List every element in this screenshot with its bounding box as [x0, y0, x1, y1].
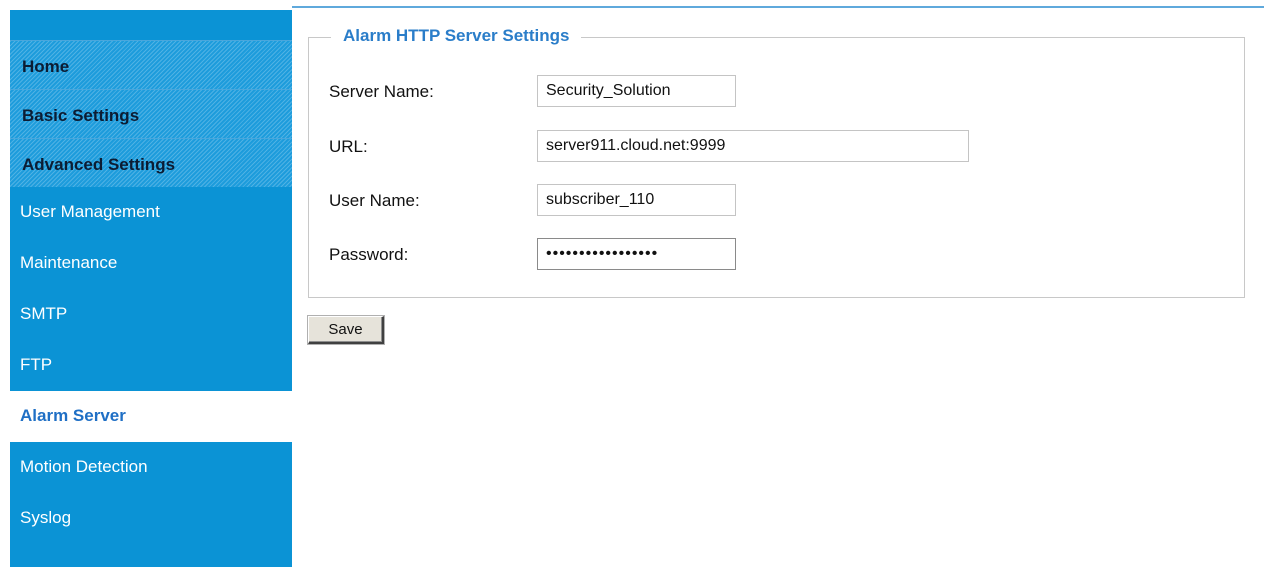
sidebar-item-label: Motion Detection: [20, 457, 148, 476]
sidebar-item-motion-detection[interactable]: Motion Detection: [10, 442, 292, 493]
settings-panel: Alarm HTTP Server Settings Server Name: …: [308, 26, 1245, 298]
server-name-label: Server Name:: [329, 82, 434, 101]
sidebar-item-user-management[interactable]: User Management: [10, 187, 292, 238]
user-name-input[interactable]: [537, 184, 736, 216]
password-label: Password:: [329, 245, 409, 264]
url-input[interactable]: [537, 130, 969, 162]
sidebar-item-ftp[interactable]: FTP: [10, 340, 292, 391]
server-name-row: Server Name:: [329, 75, 1229, 107]
sidebar-item-home[interactable]: Home: [10, 40, 292, 89]
top-strip: [0, 0, 1264, 10]
user-name-row: User Name:: [329, 184, 1229, 216]
sidebar-nav: Home Basic Settings Advanced Settings Us…: [10, 10, 292, 567]
sidebar-item-syslog[interactable]: Syslog: [10, 493, 292, 544]
sidebar-item-alarm-server[interactable]: Alarm Server: [10, 391, 292, 442]
server-name-input[interactable]: [537, 75, 736, 107]
sidebar-item-basic-settings[interactable]: Basic Settings: [10, 89, 292, 138]
sidebar-item-label: Maintenance: [20, 253, 118, 272]
page: Home Basic Settings Advanced Settings Us…: [0, 0, 1264, 567]
sidebar-item-smtp[interactable]: SMTP: [10, 289, 292, 340]
sidebar-header: [10, 10, 292, 40]
user-name-label: User Name:: [329, 191, 420, 210]
alarm-server-fieldset: Alarm HTTP Server Settings Server Name: …: [308, 26, 1245, 298]
save-button[interactable]: Save: [308, 316, 384, 344]
password-row: Password:: [329, 238, 1229, 270]
sidebar-item-label: User Management: [20, 202, 160, 221]
sidebar-item-advanced-settings[interactable]: Advanced Settings: [10, 138, 292, 187]
url-label: URL:: [329, 137, 368, 156]
sidebar-item-label: FTP: [20, 355, 53, 374]
password-input[interactable]: [537, 238, 736, 270]
sidebar-item-label: Alarm Server: [20, 406, 126, 425]
sidebar-item-label: Basic Settings: [22, 106, 140, 125]
sidebar-item-label: Home: [22, 57, 70, 76]
sidebar-item-label: Advanced Settings: [22, 155, 176, 174]
url-row: URL:: [329, 130, 1229, 162]
sidebar-item-maintenance[interactable]: Maintenance: [10, 238, 292, 289]
top-divider-line: [292, 6, 1264, 8]
sidebar-item-label: Syslog: [20, 508, 72, 527]
sidebar-item-label: SMTP: [20, 304, 68, 323]
section-title: Alarm HTTP Server Settings: [331, 26, 582, 46]
